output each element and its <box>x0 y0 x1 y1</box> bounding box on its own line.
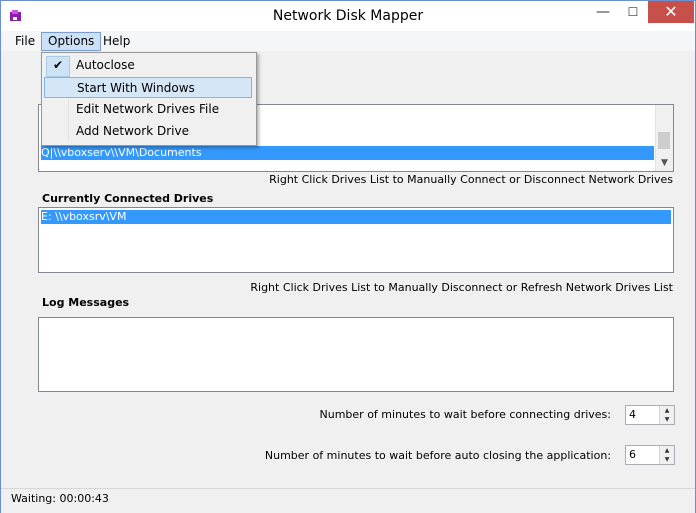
connected-drives-hint: Right Click Drives List to Manually Disc… <box>250 281 673 294</box>
connect-wait-stepper[interactable]: 4 ▲ ▼ <box>625 405 675 425</box>
app-window: Network Disk Mapper — ☐ ✕ File Options H… <box>0 0 696 513</box>
menu-item-edit-network-drives-file[interactable]: Edit Network Drives File <box>44 99 252 120</box>
autoclose-wait-stepper[interactable]: 6 ▲ ▼ <box>625 445 675 465</box>
menu-item-label: Start With Windows <box>77 81 195 95</box>
menu-options[interactable]: Options <box>41 32 102 51</box>
connected-drives-title: Currently Connected Drives <box>42 192 214 205</box>
options-dropdown-menu: ✔ Autoclose Start With Windows Edit Netw… <box>41 52 257 146</box>
drives-file-hint: Right Click Drives List to Manually Conn… <box>269 173 673 186</box>
menu-item-label: Edit Network Drives File <box>76 102 220 116</box>
list-item[interactable]: Q|\\vboxserv\\VM\Documents <box>41 146 654 160</box>
menu-item-autoclose[interactable]: ✔ Autoclose <box>44 55 252 77</box>
menu-item-label: Autoclose <box>76 58 135 72</box>
menu-help[interactable]: Help <box>97 33 136 50</box>
title-bar[interactable]: Network Disk Mapper — ☐ ✕ <box>1 1 695 31</box>
menu-bar: File Options Help <box>1 31 695 51</box>
menu-item-add-network-drive[interactable]: Add Network Drive <box>44 121 252 142</box>
log-messages-title: Log Messages <box>42 296 130 309</box>
close-button[interactable]: ✕ <box>648 1 694 23</box>
autoclose-wait-label: Number of minutes to wait before auto cl… <box>264 449 611 462</box>
vertical-scrollbar[interactable]: ▼ <box>655 105 673 171</box>
menu-file[interactable]: File <box>9 33 41 50</box>
connect-wait-value[interactable]: 4 <box>629 408 636 421</box>
scroll-down-icon[interactable]: ▼ <box>656 157 673 169</box>
status-text: Waiting: 00:00:43 <box>11 492 109 505</box>
autoclose-wait-value[interactable]: 6 <box>629 448 636 461</box>
stepper-arrows-icon[interactable]: ▲ ▼ <box>659 446 674 464</box>
scrollbar-thumb[interactable] <box>658 132 670 149</box>
checkmark-icon: ✔ <box>52 58 64 72</box>
maximize-button[interactable]: ☐ <box>618 1 648 23</box>
status-bar: Waiting: 00:00:43 <box>1 488 695 513</box>
connected-drives-list[interactable]: E: \\vboxsrv\VM <box>38 207 674 273</box>
menu-item-label: Add Network Drive <box>76 124 189 138</box>
list-item[interactable]: E: \\vboxsrv\VM <box>41 210 671 224</box>
connect-wait-label: Number of minutes to wait before connect… <box>319 408 611 421</box>
log-messages-box[interactable] <box>38 317 674 392</box>
minimize-button[interactable]: — <box>588 1 618 23</box>
stepper-arrows-icon[interactable]: ▲ ▼ <box>659 406 674 424</box>
menu-item-start-with-windows[interactable]: Start With Windows <box>44 77 252 98</box>
